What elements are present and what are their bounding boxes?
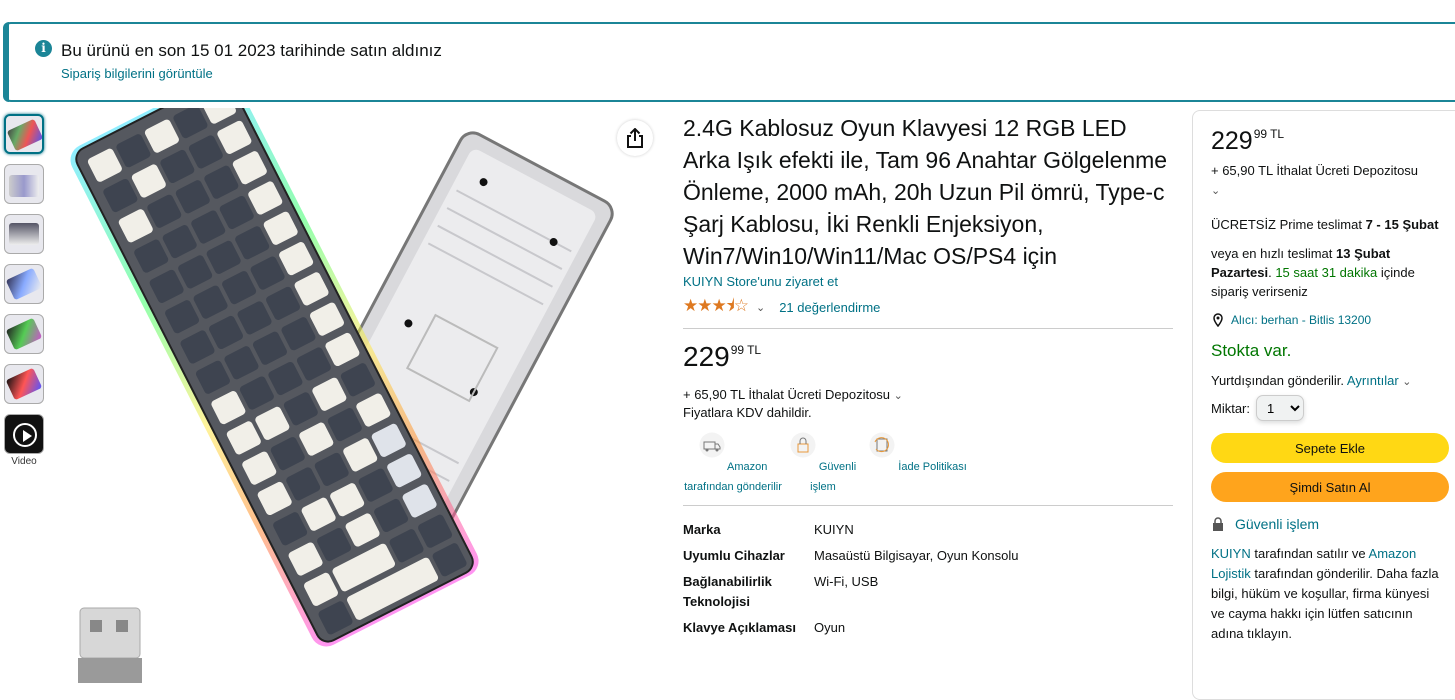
- add-to-cart-button[interactable]: Sepete Ekle: [1211, 433, 1449, 463]
- spec-value: Oyun: [814, 620, 846, 635]
- thumbnail-3[interactable]: [4, 214, 44, 254]
- buy-now-button[interactable]: Şimdi Satın Al: [1211, 472, 1449, 502]
- spec-row: Klavye Açıklaması Oyun: [683, 618, 1173, 638]
- delivery-prefix: ÜCRETSİZ Prime teslimat: [1211, 217, 1362, 232]
- ships-from: Yurtdışından gönderilir. Ayrıntılar ⌄: [1211, 373, 1444, 388]
- spec-value: Wi-Fi, USB: [814, 574, 879, 589]
- seller-link[interactable]: KUIYN: [1211, 546, 1251, 561]
- price-currency: TL: [1270, 127, 1285, 141]
- spec-row: Marka KUIYN: [683, 520, 1173, 540]
- video-thumbnail[interactable]: [4, 414, 44, 454]
- price-whole: 229: [683, 341, 730, 372]
- countdown: 15 saat 31 dakika: [1275, 265, 1378, 280]
- store-link[interactable]: KUIYN Store'unu ziyaret et: [683, 274, 1173, 289]
- order-details-link[interactable]: Sipariş bilgilerini görüntüle: [61, 66, 213, 81]
- product-details: 2.4G Kablosuz Oyun Klavyesi 12 RGB LED A…: [683, 112, 1173, 644]
- import-fee-text: + 65,90 TL İthalat Ücreti Depozitosu: [1211, 163, 1419, 178]
- location-text: Alıcı: berhan - Bitlis 13200: [1231, 313, 1372, 327]
- chevron-down-icon[interactable]: ⌄: [1402, 376, 1411, 388]
- divider: [683, 505, 1173, 506]
- spec-value: Masaüstü Bilgisayar, Oyun Konsolu: [814, 548, 1019, 563]
- feature-secure-transaction[interactable]: Güvenli işlem: [783, 430, 863, 497]
- details-link[interactable]: Ayrıntılar: [1347, 373, 1399, 388]
- thumbnail-4[interactable]: [4, 264, 44, 304]
- spec-key: Bağlanabilirlik Teknolojisi: [683, 574, 772, 609]
- delivery-info: ÜCRETSİZ Prime teslimat 7 - 15 Şubat: [1211, 215, 1444, 234]
- buy-box: 229 99 TL + 65,90 TL İthalat Ücreti Depo…: [1192, 110, 1455, 700]
- divider: [683, 328, 1173, 329]
- fastest-delivery: veya en hızlı teslimat 13 Şubat Pazartes…: [1211, 246, 1415, 299]
- ships-from-text: Yurtdışından gönderilir.: [1211, 373, 1344, 388]
- feature-return-policy[interactable]: İade Politikası: [863, 430, 973, 497]
- secure-text: Güvenli işlem: [1235, 516, 1320, 532]
- vat-note: Fiyatlara KDV dahildir.: [683, 405, 812, 420]
- feature-label: Amazon tarafından gönderilir: [684, 461, 782, 493]
- lock-icon: [1213, 517, 1223, 531]
- location-pin-icon: [1213, 313, 1223, 327]
- truck-icon: [699, 432, 725, 458]
- alert-accent-bar: [3, 22, 9, 102]
- play-icon: [13, 423, 37, 447]
- price-currency: TL: [747, 343, 762, 357]
- spec-key: Uyumlu Cihazlar: [683, 548, 785, 563]
- purchase-alert: i Bu ürünü en son 15 01 2023 tarihinde s…: [3, 22, 1455, 102]
- fast-prefix: veya en hızlı teslimat: [1211, 246, 1333, 261]
- spec-key: Marka: [683, 522, 721, 537]
- feature-label: İade Politikası: [898, 461, 967, 473]
- feature-icons: Amazon tarafından gönderilir Güvenli işl…: [683, 430, 1173, 497]
- import-fee-text: + 65,90 TL İthalat Ücreti Depozitosu: [683, 387, 891, 402]
- import-fee[interactable]: + 65,90 TL İthalat Ücreti Depozitosu ⌄: [683, 387, 1173, 402]
- feature-label: Güvenli işlem: [810, 461, 857, 493]
- quantity-select[interactable]: 1: [1256, 395, 1304, 421]
- info-icon: i: [35, 40, 52, 57]
- video-label: Video: [11, 456, 37, 467]
- lock-icon: [790, 432, 816, 458]
- ratings-count-link[interactable]: 21 değerlendirme: [779, 300, 880, 315]
- secure-transaction[interactable]: Güvenli işlem: [1211, 516, 1444, 532]
- price: 229 99 TL: [683, 343, 1173, 371]
- buybox-import-fee[interactable]: + 65,90 TL İthalat Ücreti Depozitosu ⌄: [1211, 161, 1444, 201]
- star-rating-icon[interactable]: ★★★⯨☆: [683, 293, 749, 322]
- alert-message: Bu ürünü en son 15 01 2023 tarihinde sat…: [61, 41, 442, 60]
- quantity-row: Miktar: 1: [1211, 395, 1444, 421]
- thumbnail-6[interactable]: [4, 364, 44, 404]
- feature-shipped-by-amazon[interactable]: Amazon tarafından gönderilir: [683, 430, 783, 497]
- thumbnail-5[interactable]: [4, 314, 44, 354]
- chevron-down-icon: ⌄: [893, 390, 903, 402]
- price-fraction: 99: [730, 343, 745, 357]
- product-title: 2.4G Kablosuz Oyun Klavyesi 12 RGB LED A…: [683, 115, 1168, 269]
- spec-table: Marka KUIYN Uyumlu Cihazlar Masaüstü Bilgi…: [683, 520, 1173, 638]
- seller-mid: tarafından satılır ve: [1254, 546, 1366, 561]
- quantity-label: Miktar:: [1211, 400, 1250, 416]
- spec-key: Klavye Açıklaması: [683, 620, 796, 635]
- delivery-location[interactable]: Alıcı: berhan - Bitlis 13200: [1211, 313, 1444, 327]
- share-icon: [627, 128, 643, 148]
- chevron-down-icon[interactable]: ⌄: [756, 301, 765, 314]
- rating-row: ★★★⯨☆ ⌄ 21 değerlendirme: [683, 293, 1173, 322]
- thumbnail-strip: Video: [4, 114, 46, 467]
- price-whole: 229: [1211, 127, 1253, 155]
- return-icon: [869, 432, 895, 458]
- delivery-dates: 7 - 15 Şubat: [1365, 217, 1439, 232]
- buybox-price: 229 99 TL: [1211, 127, 1444, 155]
- thumbnail-2[interactable]: [4, 164, 44, 204]
- share-button[interactable]: [617, 120, 653, 156]
- breadcrumb: [0, 0, 1455, 8]
- chevron-down-icon: ⌄: [1211, 185, 1221, 197]
- seller-info: KUIYN tarafından satılır ve Amazon Lojis…: [1211, 544, 1441, 644]
- spec-value: KUIYN: [814, 522, 854, 537]
- price-fraction: 99: [1253, 127, 1268, 141]
- spec-row: Uyumlu Cihazlar Masaüstü Bilgisayar, Oyun…: [683, 546, 1173, 566]
- thumbnail-1[interactable]: [4, 114, 44, 154]
- main-product-image[interactable]: [55, 108, 665, 683]
- spec-row: Bağlanabilirlik Teknolojisi Wi-Fi, USB: [683, 572, 1173, 612]
- stock-status: Stokta var.: [1211, 341, 1292, 360]
